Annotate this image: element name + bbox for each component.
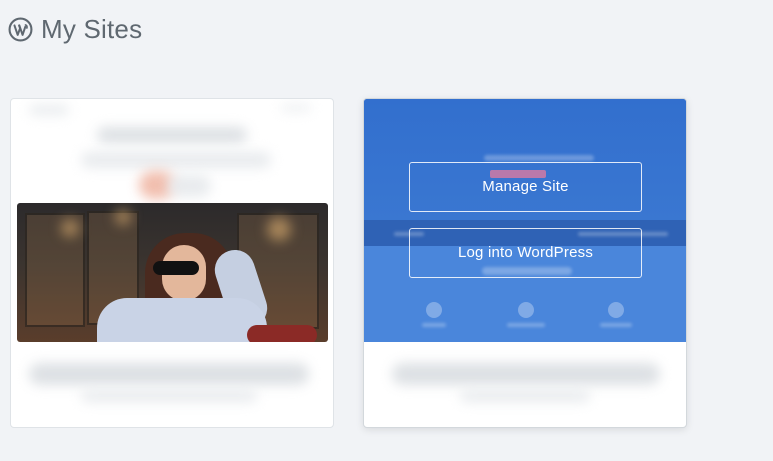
site-url-placeholder bbox=[460, 390, 590, 402]
site-title-placeholder bbox=[97, 127, 247, 143]
bokeh-light bbox=[61, 219, 79, 237]
manage-site-button[interactable]: Manage Site bbox=[409, 162, 642, 212]
site-url-placeholder bbox=[81, 390, 257, 402]
site-card[interactable]: Manage Site Log into WordPress bbox=[363, 98, 687, 428]
log-into-wordpress-button[interactable]: Log into WordPress bbox=[409, 228, 642, 278]
site-logo-placeholder bbox=[29, 105, 69, 115]
site-preview: Manage Site Log into WordPress bbox=[364, 99, 686, 342]
site-badge-placeholder-2 bbox=[167, 175, 211, 197]
site-tagline-placeholder bbox=[81, 152, 271, 168]
person-shirt bbox=[97, 298, 267, 342]
bokeh-light bbox=[267, 217, 291, 241]
chair bbox=[247, 325, 317, 342]
preview-feature-icon bbox=[518, 302, 534, 318]
page: My Sites Manage Site Log into WordPress bbox=[0, 0, 773, 461]
bokeh-light bbox=[115, 209, 131, 225]
page-header: My Sites bbox=[8, 14, 142, 44]
preview-feature-label bbox=[600, 323, 632, 327]
site-nav-placeholder bbox=[281, 105, 311, 111]
sunglasses bbox=[153, 261, 199, 275]
preview-feature-icon bbox=[608, 302, 624, 318]
page-title: My Sites bbox=[41, 14, 143, 44]
wordpress-logo-icon[interactable] bbox=[8, 17, 33, 42]
site-card[interactable] bbox=[10, 98, 334, 428]
site-name-placeholder bbox=[29, 363, 309, 385]
site-name-placeholder bbox=[392, 363, 660, 385]
preview-text-line bbox=[484, 155, 594, 161]
preview-feature-label bbox=[507, 323, 545, 327]
preview-feature-icon bbox=[426, 302, 442, 318]
site-featured-image bbox=[17, 203, 328, 342]
preview-feature-label bbox=[422, 323, 446, 327]
